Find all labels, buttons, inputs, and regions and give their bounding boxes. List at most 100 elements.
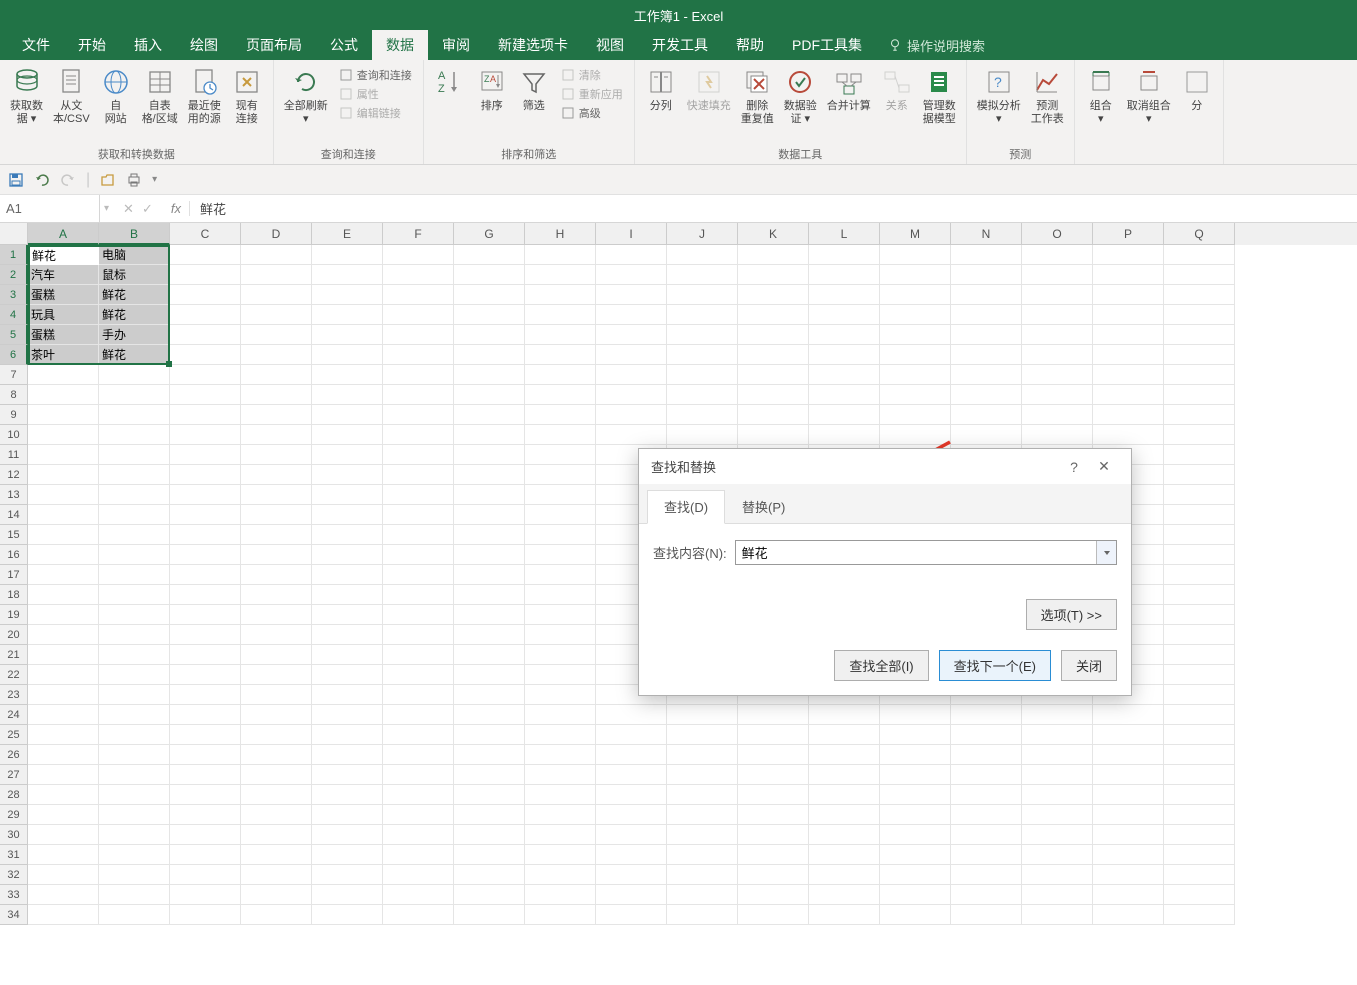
cell[interactable] — [99, 485, 170, 505]
cell[interactable] — [525, 805, 596, 825]
row-header-26[interactable]: 26 — [0, 745, 28, 765]
group-button[interactable]: 组合▾ — [1081, 64, 1121, 128]
cell[interactable] — [1022, 245, 1093, 265]
properties-item[interactable]: 属性 — [336, 85, 415, 103]
cell[interactable] — [454, 305, 525, 325]
row-header-18[interactable]: 18 — [0, 585, 28, 605]
reapply-item[interactable]: 重新应用 — [558, 85, 626, 103]
cell[interactable] — [99, 545, 170, 565]
cell[interactable] — [738, 425, 809, 445]
cell[interactable] — [880, 805, 951, 825]
cell[interactable] — [312, 665, 383, 685]
cell[interactable] — [170, 245, 241, 265]
cell[interactable] — [1164, 485, 1235, 505]
cell[interactable] — [170, 805, 241, 825]
cell[interactable] — [454, 885, 525, 905]
cell[interactable] — [454, 685, 525, 705]
cell[interactable]: 鲜花 — [99, 345, 170, 365]
cell[interactable] — [667, 425, 738, 445]
cell[interactable] — [312, 825, 383, 845]
cell[interactable]: 蛋糕 — [28, 285, 99, 305]
cell[interactable] — [1093, 305, 1164, 325]
cell[interactable] — [383, 405, 454, 425]
cell[interactable]: 电脑 — [99, 245, 170, 265]
cell[interactable] — [738, 865, 809, 885]
cell[interactable] — [1093, 725, 1164, 745]
cell[interactable] — [809, 865, 880, 885]
cell[interactable] — [99, 725, 170, 745]
cell[interactable] — [28, 845, 99, 865]
cell[interactable] — [1164, 865, 1235, 885]
cell[interactable] — [28, 465, 99, 485]
cell[interactable] — [383, 365, 454, 385]
col-header-K[interactable]: K — [738, 223, 809, 245]
clear-item[interactable]: 清除 — [558, 66, 626, 84]
cell[interactable] — [99, 365, 170, 385]
cell[interactable] — [880, 325, 951, 345]
cell[interactable] — [880, 705, 951, 725]
cell[interactable] — [170, 525, 241, 545]
cell[interactable] — [454, 405, 525, 425]
cell[interactable] — [951, 245, 1022, 265]
col-header-E[interactable]: E — [312, 223, 383, 245]
cell[interactable] — [880, 345, 951, 365]
col-header-C[interactable]: C — [170, 223, 241, 245]
find-next-button[interactable]: 查找下一个(E) — [939, 650, 1051, 681]
cell[interactable] — [241, 565, 312, 585]
row-header-8[interactable]: 8 — [0, 385, 28, 405]
cell[interactable] — [170, 625, 241, 645]
cell[interactable] — [241, 585, 312, 605]
cell[interactable] — [383, 885, 454, 905]
cell[interactable] — [1164, 265, 1235, 285]
col-header-D[interactable]: D — [241, 223, 312, 245]
close-button[interactable]: 关闭 — [1061, 650, 1117, 681]
cell[interactable] — [1164, 705, 1235, 725]
cell[interactable] — [667, 785, 738, 805]
col-header-F[interactable]: F — [383, 223, 454, 245]
cell[interactable] — [383, 425, 454, 445]
cell[interactable] — [525, 785, 596, 805]
cell[interactable] — [312, 545, 383, 565]
cell[interactable] — [596, 425, 667, 445]
cell[interactable] — [241, 645, 312, 665]
cell[interactable] — [1164, 245, 1235, 265]
relationships-button[interactable]: 关系 — [877, 64, 917, 115]
cell[interactable] — [312, 445, 383, 465]
menu-tab-3[interactable]: 绘图 — [176, 30, 232, 60]
cell[interactable] — [99, 805, 170, 825]
cell[interactable] — [383, 785, 454, 805]
cell[interactable] — [525, 325, 596, 345]
cell[interactable] — [170, 505, 241, 525]
cell[interactable] — [1022, 705, 1093, 725]
cell[interactable] — [383, 825, 454, 845]
cell[interactable] — [383, 385, 454, 405]
cell[interactable] — [525, 445, 596, 465]
sort-az-button[interactable]: AZ — [430, 64, 470, 102]
find-input[interactable] — [736, 541, 1096, 564]
cell[interactable] — [738, 265, 809, 285]
cell[interactable] — [383, 545, 454, 565]
cell[interactable] — [28, 685, 99, 705]
cell[interactable] — [525, 285, 596, 305]
cell[interactable] — [596, 725, 667, 745]
cell[interactable] — [241, 625, 312, 645]
cell[interactable] — [28, 585, 99, 605]
refresh-all-button[interactable]: 全部刷新▾ — [280, 64, 332, 128]
cell[interactable] — [383, 905, 454, 925]
dialog-tab-0[interactable]: 查找(D) — [647, 490, 725, 524]
cell[interactable] — [28, 665, 99, 685]
cell[interactable] — [1093, 705, 1164, 725]
col-header-Q[interactable]: Q — [1164, 223, 1235, 245]
cell[interactable] — [738, 245, 809, 265]
dialog-tab-1[interactable]: 替换(P) — [725, 490, 802, 523]
cell[interactable] — [454, 705, 525, 725]
from-web-button[interactable]: 自网站 — [96, 64, 136, 128]
cell[interactable] — [525, 685, 596, 705]
cell[interactable] — [809, 805, 880, 825]
cell[interactable] — [99, 705, 170, 725]
cell[interactable] — [1164, 905, 1235, 925]
row-header-4[interactable]: 4 — [0, 305, 28, 325]
col-header-N[interactable]: N — [951, 223, 1022, 245]
cell[interactable] — [525, 525, 596, 545]
cell[interactable] — [525, 565, 596, 585]
